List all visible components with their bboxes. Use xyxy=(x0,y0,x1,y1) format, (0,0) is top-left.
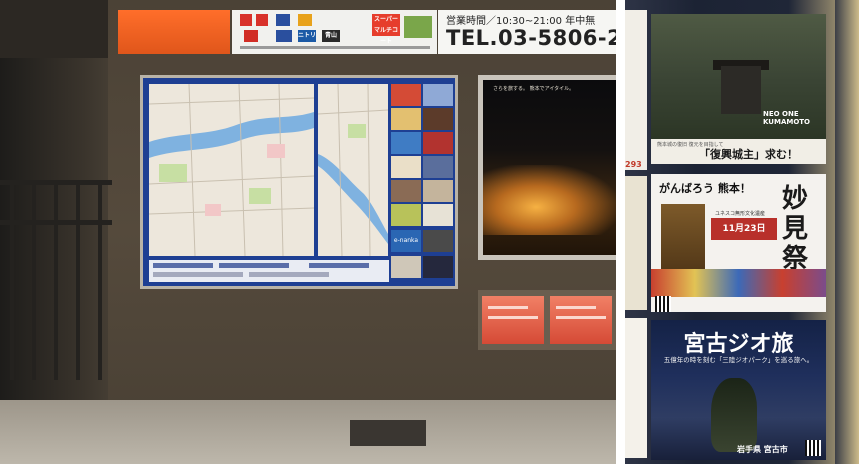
photo-collage: ニトリ 青山 スーパー マルチコート 営業時間／10:30~21:00 年中無 … xyxy=(0,0,859,464)
leaflet xyxy=(550,296,612,344)
logo-chip xyxy=(298,14,312,26)
miyako-geo-poster: 宮古ジオ旅 五億年の時を刻む「三陸ジオパーク」を巡る旅へ。 岩手県 宮古市 xyxy=(651,320,826,460)
leaflet-text xyxy=(556,316,606,319)
photo-tile xyxy=(391,256,421,278)
photo-tile xyxy=(391,204,421,226)
phone-number: TEL.03-5806-2 xyxy=(446,26,616,50)
qr-code-icon xyxy=(805,440,821,456)
photo-tile xyxy=(423,180,453,202)
legend-row xyxy=(153,272,243,277)
legend-row xyxy=(309,263,369,268)
leaflet-text xyxy=(488,316,538,319)
castle-body xyxy=(721,66,761,114)
leaflet xyxy=(482,296,544,344)
neo-one-label: NEO ONE KUMAMOTO xyxy=(763,110,811,126)
rail-bar xyxy=(76,180,80,380)
map-left-panel xyxy=(149,84,314,256)
tenant-logo-strip: ニトリ 青山 スーパー マルチコート xyxy=(232,10,437,54)
photo-tile xyxy=(391,108,421,130)
photo-tile xyxy=(423,256,453,278)
photo-tile xyxy=(423,230,453,252)
photo-tile xyxy=(423,108,453,130)
legend-row xyxy=(249,272,329,277)
miyako-subtitle: 五億年の時を刻む「三陸ジオパーク」を巡る旅へ。 xyxy=(663,356,814,364)
photo-tile xyxy=(423,204,453,226)
map-legend xyxy=(149,260,389,282)
area-map-board: e-nanka xyxy=(140,75,458,289)
city-map-graphic xyxy=(149,84,314,256)
legend-row xyxy=(153,263,213,268)
leaflet-rack xyxy=(478,290,616,350)
pillar xyxy=(835,0,859,464)
photo-tile xyxy=(423,84,453,106)
logo-chip: ニトリ xyxy=(298,30,316,42)
logo-chip: スーパー マルチコート xyxy=(372,14,400,45)
miyako-footer: 岩手県 宮古市 xyxy=(737,445,788,454)
logo-chip: 青山 xyxy=(322,30,340,42)
tiled-floor xyxy=(0,400,616,464)
poster-image: さらを旅する。 熊本でアイタイル。 xyxy=(483,80,616,255)
hours-sign: 営業時間／10:30~21:00 年中無 TEL.03-5806-2 xyxy=(438,10,616,54)
photo-tile xyxy=(391,132,421,154)
edge-poster: 293 xyxy=(625,10,647,170)
logo-chip xyxy=(276,30,292,42)
myoken-title: 妙見祭 xyxy=(781,184,808,274)
map-right-panel xyxy=(318,84,388,256)
opening-hours: 営業時間／10:30~21:00 年中無 xyxy=(446,16,596,27)
poster-caption: さらを旅する。 熊本でアイタイル。 xyxy=(493,86,575,92)
photo-divider xyxy=(616,0,625,464)
leaflet-text xyxy=(556,306,596,309)
rail-bar xyxy=(54,180,58,380)
logo-chip xyxy=(404,16,432,38)
rail-bar xyxy=(10,180,14,380)
fine-print xyxy=(240,46,430,49)
edge-poster xyxy=(625,176,647,310)
city-lights xyxy=(483,165,616,235)
myoken-festival-poster: がんばろう 熊本！ 妙見祭 ユネスコ無形文化遺産 11月23日 xyxy=(651,174,826,312)
e-nanka-tile: e-nanka xyxy=(391,230,421,252)
logo-chip xyxy=(276,14,290,26)
qr-code-icon xyxy=(655,296,671,312)
railing xyxy=(0,180,112,380)
leaflet-text xyxy=(488,306,528,309)
orange-sign xyxy=(118,10,230,54)
sightseeing-photo-tiles: e-nanka xyxy=(391,84,455,282)
night-view-poster: さらを旅する。 熊本でアイタイル。 xyxy=(478,75,616,260)
rail-bar xyxy=(32,180,36,380)
poster-wall-photo: 293 NEO ONE KUMAMOTO 熊本城の復旧 復元を目指して 「復興城… xyxy=(625,0,859,464)
photo-tile xyxy=(391,156,421,178)
logo-chip xyxy=(240,14,252,26)
myoken-small-text: ユネスコ無形文化遺産 xyxy=(715,211,766,217)
legend-row xyxy=(219,263,289,268)
logo-chip xyxy=(256,14,268,26)
photo-tile xyxy=(423,132,453,154)
station-wall-photo: ニトリ 青山 スーパー マルチコート 営業時間／10:30~21:00 年中無 … xyxy=(0,0,616,464)
sea-stack-rock xyxy=(711,378,757,452)
edge-poster xyxy=(625,318,647,458)
myoken-headline: がんばろう 熊本！ xyxy=(659,182,751,195)
photo-tile xyxy=(423,156,453,178)
castle-headline: 「復興城主」求む！ xyxy=(699,148,798,161)
city-map-graphic xyxy=(318,84,388,256)
logo-chip xyxy=(244,30,258,42)
castle-band: 熊本城の復旧 復元を目指して 「復興城主」求む！ xyxy=(651,139,826,164)
photo-tile xyxy=(391,180,421,202)
castle-poster: NEO ONE KUMAMOTO 熊本城の復旧 復元を目指して 「復興城主」求む… xyxy=(651,14,826,164)
floor-mat xyxy=(350,420,426,446)
photo-tile xyxy=(391,84,421,106)
edge-number: 293 xyxy=(625,160,642,169)
rail-bar xyxy=(98,180,102,380)
myoken-date: 11月23日 xyxy=(711,218,777,240)
festival-crowd xyxy=(651,269,826,297)
